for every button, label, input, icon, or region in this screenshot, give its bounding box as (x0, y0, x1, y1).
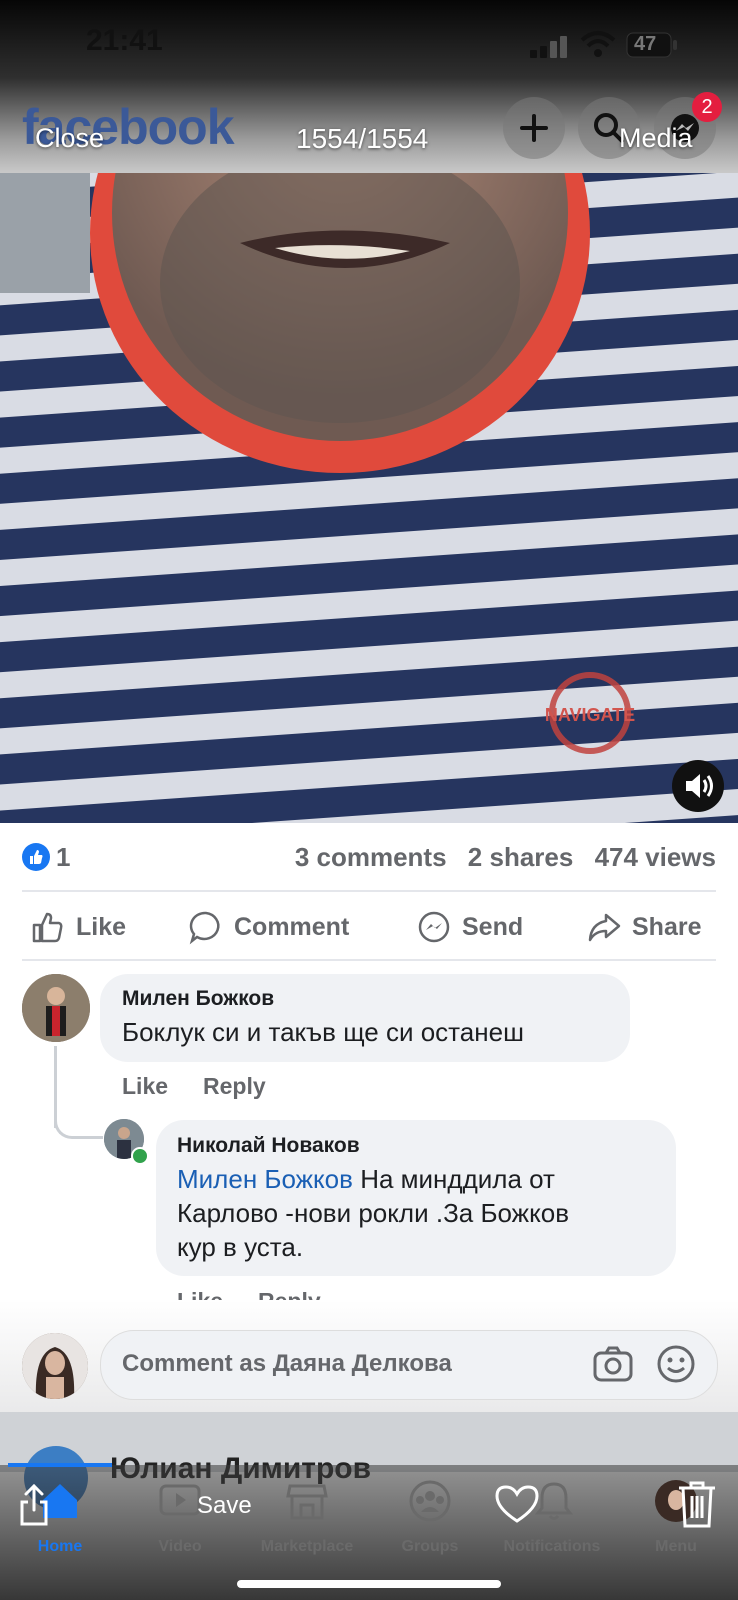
share-label: Share (632, 912, 702, 941)
tab-label: Home (37, 1538, 83, 1555)
reaction-count[interactable]: 1 (56, 842, 70, 873)
trash-icon[interactable] (675, 1478, 719, 1530)
post-stats: 3 comments 2 shares 474 views (281, 842, 716, 873)
tab-label: Menu (655, 1538, 697, 1555)
reply-text-line: На минддила от (352, 1164, 555, 1194)
signal-icon (530, 36, 567, 58)
messenger-send-icon (418, 911, 450, 943)
tab-marketplace[interactable]: Marketplace (257, 1478, 357, 1555)
mention-link[interactable]: Милен Божков (177, 1164, 353, 1194)
comment-label: Comment (234, 912, 350, 941)
video-player[interactable]: NAVIGATE (0, 173, 738, 823)
home-indicator (237, 1580, 501, 1588)
comment-like-button[interactable]: Like (122, 1073, 168, 1100)
save-button[interactable]: Save (197, 1492, 252, 1520)
shares-count[interactable]: 2 shares (468, 842, 574, 872)
heart-icon[interactable] (494, 1484, 540, 1524)
online-indicator (131, 1147, 149, 1165)
tab-groups[interactable]: Groups (380, 1478, 480, 1555)
views-count: 474 views (594, 842, 716, 872)
like-label: Like (76, 912, 127, 941)
divider (22, 959, 716, 961)
reply-text-line: Карлово -нови рокли .За Божков (177, 1198, 570, 1228)
commenter-avatar[interactable] (22, 974, 90, 1042)
media-button[interactable]: Media (619, 123, 693, 154)
close-button[interactable]: Close (35, 123, 104, 154)
divider (22, 890, 716, 892)
share-arrow-icon (588, 913, 621, 942)
plus-icon (520, 114, 548, 142)
wifi-icon (580, 31, 616, 57)
camera-icon[interactable] (592, 1344, 634, 1384)
send-button[interactable]: Send (416, 905, 523, 949)
thread-connector (54, 1100, 103, 1139)
current-user-avatar (22, 1333, 88, 1399)
battery-level: 47 (634, 33, 657, 55)
battery-icon: 47 (626, 32, 678, 58)
like-button[interactable]: Like (30, 905, 126, 949)
send-label: Send (462, 912, 524, 941)
messenger-badge: 2 (692, 92, 722, 122)
tab-label: Marketplace (260, 1538, 354, 1555)
comment-text: Боклук си и такъв ще си останеш (122, 1017, 524, 1047)
emoji-icon[interactable] (656, 1344, 696, 1384)
create-button[interactable] (503, 97, 565, 159)
marketplace-icon (286, 1484, 328, 1520)
comment-button[interactable]: Comment (188, 905, 349, 949)
thumbs-up-icon (32, 912, 63, 943)
reply-text: Милен Божков На минддила от Карлово -нов… (177, 1162, 667, 1264)
comments-count[interactable]: 3 comments (295, 842, 447, 872)
share-out-icon[interactable] (18, 1482, 50, 1526)
reply-text-line: кур в уста. (177, 1232, 304, 1262)
active-tab-indicator (8, 1463, 112, 1467)
volume-button[interactable] (672, 760, 724, 812)
tab-label: Notifications (503, 1538, 601, 1555)
status-time: 21:41 (86, 24, 163, 57)
groups-icon (409, 1480, 451, 1522)
speaker-icon (686, 774, 713, 798)
comment-icon (189, 911, 220, 945)
share-button[interactable]: Share (586, 905, 701, 949)
video-frame: NAVIGATE (0, 173, 738, 823)
reply-author[interactable]: Николай Новаков (177, 1134, 360, 1158)
media-counter: 1554/1554 (296, 123, 429, 154)
tab-label: Video (158, 1538, 202, 1555)
comment-author[interactable]: Милен Божков (122, 987, 274, 1011)
comment-reply-button[interactable]: Reply (203, 1073, 266, 1100)
like-reaction-icon (22, 843, 50, 871)
shirt-logo: NAVIGATE (545, 705, 635, 725)
tab-label: Groups (401, 1538, 459, 1555)
comment-input-placeholder: Comment as Даяна Делкова (122, 1350, 452, 1377)
